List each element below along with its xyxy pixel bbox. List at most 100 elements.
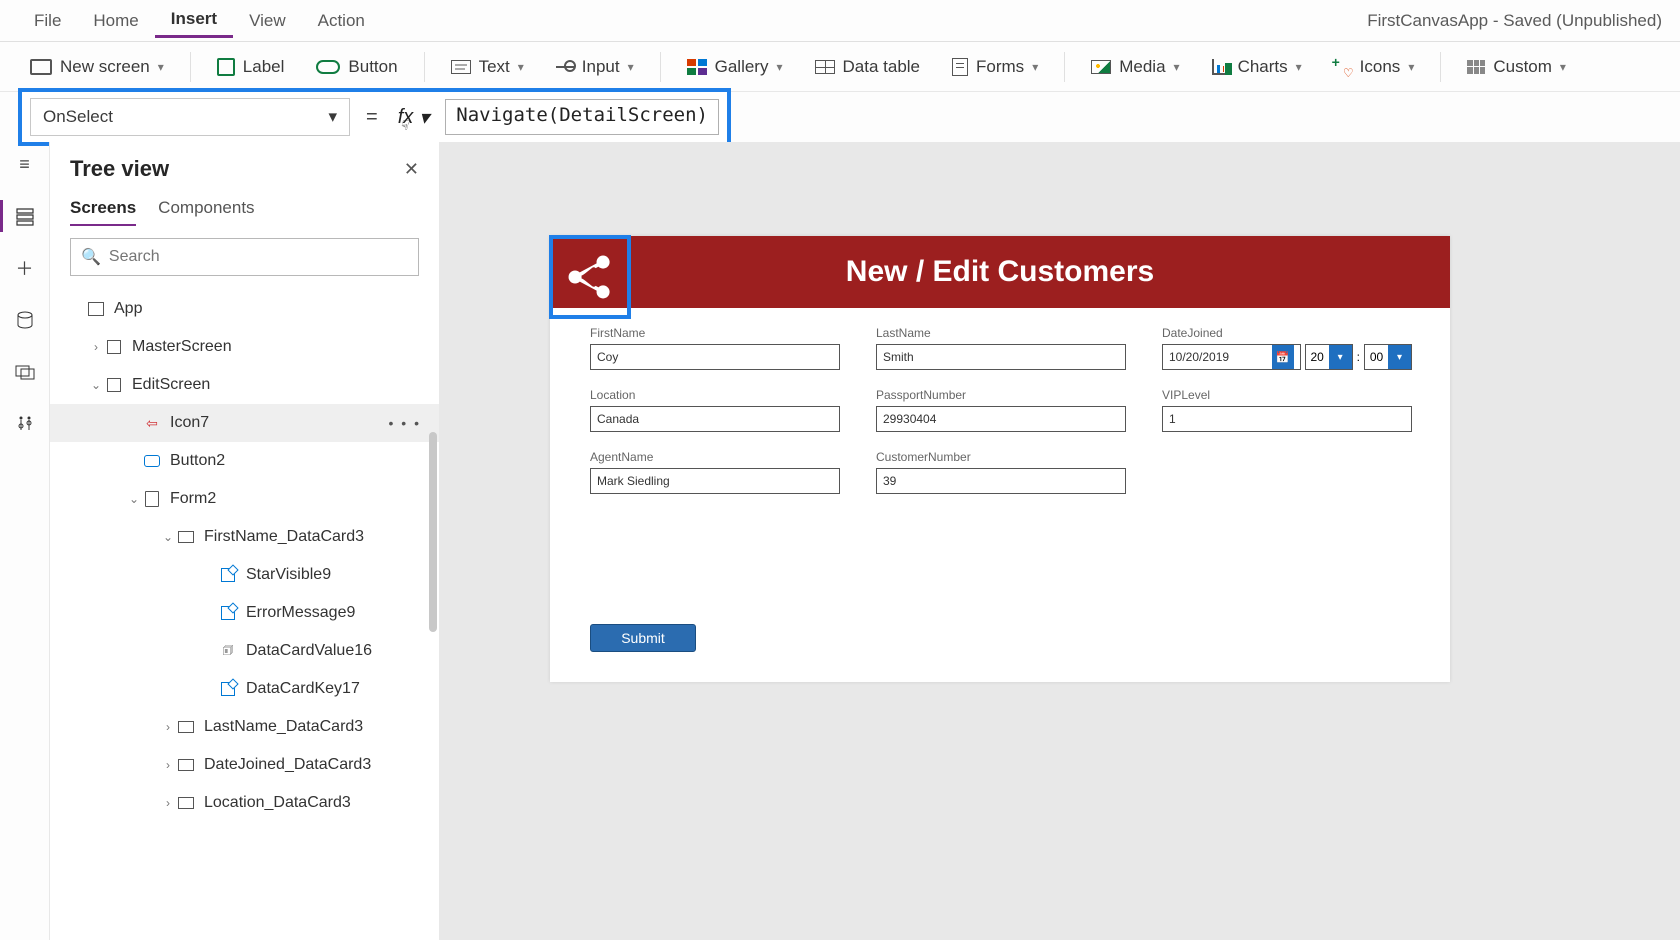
charts-button[interactable]: Charts▾ [1200, 51, 1314, 83]
field-passport: PassportNumber [876, 388, 1126, 432]
rail-advanced[interactable] [13, 412, 37, 436]
tab-components[interactable]: Components [158, 192, 254, 226]
label-icon [217, 58, 235, 76]
field-firstname: FirstName [590, 326, 840, 370]
rail-data[interactable] [13, 308, 37, 332]
rail-insert[interactable]: ＋ [13, 256, 37, 280]
equals-symbol: = [362, 106, 382, 129]
button-button[interactable]: Button [304, 51, 409, 83]
formula-input[interactable]: Navigate(DetailScreen) [445, 99, 719, 135]
input-agent[interactable] [590, 468, 840, 494]
field-vip: VIPLevel [1162, 388, 1412, 432]
field-agent: AgentName [590, 450, 840, 494]
input-firstname[interactable] [590, 344, 840, 370]
tree-starvisible[interactable]: StarVisible9 [50, 556, 439, 594]
field-customernumber: CustomerNumber [876, 450, 1126, 494]
minute-dropdown[interactable]: 00▾ [1364, 344, 1412, 370]
field-location: Location [590, 388, 840, 432]
chevron-down-icon: ▾ [1388, 345, 1411, 369]
input-vip[interactable] [1162, 406, 1412, 432]
tree-app[interactable]: App [50, 290, 439, 328]
new-screen-button[interactable]: New screen▾ [18, 51, 176, 83]
share-icon: ⇦ [142, 415, 162, 432]
charts-icon [1212, 59, 1230, 75]
menu-home[interactable]: Home [77, 5, 154, 37]
tree-form2[interactable]: ⌄Form2 [50, 480, 439, 518]
label-firstname: FirstName [590, 326, 840, 340]
edit-screen-canvas[interactable]: New / Edit Customers FirstName LastName … [550, 236, 1450, 682]
icons-button[interactable]: Icons▾ [1322, 51, 1427, 83]
input-lastname[interactable] [876, 344, 1126, 370]
left-rail: ≡ ＋ [0, 142, 50, 940]
chevron-down-icon: ▾ [1329, 345, 1352, 369]
tree-firstname-card[interactable]: ⌄FirstName_DataCard3 [50, 518, 439, 556]
tab-screens[interactable]: Screens [70, 192, 136, 226]
chevron-down-icon: ▾ [1408, 60, 1414, 74]
icon7-selected[interactable] [549, 235, 631, 319]
cursor-icon: ☟ [400, 117, 409, 134]
tree-edit-screen[interactable]: ⌄EditScreen [50, 366, 439, 404]
rail-tree-view[interactable] [13, 204, 37, 228]
chevron-down-icon: ▾ [328, 107, 337, 127]
property-value: OnSelect [43, 107, 113, 127]
rail-hamburger[interactable]: ≡ [13, 152, 37, 176]
label-passport: PassportNumber [876, 388, 1126, 402]
chevron-down-icon: ▾ [776, 60, 782, 74]
tree-icon7[interactable]: ⇦Icon7• • • [50, 404, 439, 442]
tree-datejoined-card[interactable]: ›DateJoined_DataCard3 [50, 746, 439, 784]
forms-button[interactable]: Forms▾ [940, 51, 1050, 83]
ribbon: New screen▾ Label Button Text▾ Input▾ Ga… [0, 42, 1680, 92]
tree-button2[interactable]: Button2 [50, 442, 439, 480]
canvas-header: New / Edit Customers [550, 236, 1450, 308]
text-button[interactable]: Text▾ [439, 51, 536, 83]
tree-title: Tree view [70, 156, 169, 182]
menu-action[interactable]: Action [302, 5, 381, 37]
tree-datacardvalue[interactable]: 🗊DataCardValue16 [50, 632, 439, 670]
property-dropdown[interactable]: OnSelect ▾ [30, 98, 350, 136]
table-icon [815, 60, 835, 74]
tree-location-card[interactable]: ›Location_DataCard3 [50, 784, 439, 822]
label-button[interactable]: Label [205, 51, 297, 83]
tree-datacardkey[interactable]: DataCardKey17 [50, 670, 439, 708]
search-input[interactable] [109, 248, 408, 266]
input-button[interactable]: Input▾ [544, 51, 646, 83]
input-location[interactable] [590, 406, 840, 432]
more-icon[interactable]: • • • [389, 415, 421, 431]
icons-icon [1334, 58, 1352, 76]
rail-media[interactable] [13, 360, 37, 384]
tree-search[interactable]: 🔍 [70, 238, 419, 276]
search-icon: 🔍 [81, 247, 101, 267]
input-passport[interactable] [876, 406, 1126, 432]
menu-view[interactable]: View [233, 5, 302, 37]
datepicker[interactable]: 10/20/2019📅 [1162, 344, 1301, 370]
calendar-icon: 📅 [1272, 345, 1294, 369]
submit-button[interactable]: Submit [590, 624, 696, 652]
menu-insert[interactable]: Insert [155, 3, 233, 38]
scrollbar-thumb[interactable] [429, 432, 437, 632]
tree-master-screen[interactable]: ›MasterScreen [50, 328, 439, 366]
gallery-icon [687, 59, 707, 75]
fx-button[interactable]: fx▾ ☟ [394, 105, 434, 130]
chevron-down-icon: ▾ [419, 105, 429, 130]
field-datejoined: DateJoined 10/20/2019📅 20▾ : 00▾ [1162, 326, 1412, 370]
gallery-button[interactable]: Gallery▾ [675, 51, 795, 83]
hour-dropdown[interactable]: 20▾ [1305, 344, 1353, 370]
custom-button[interactable]: Custom▾ [1455, 51, 1578, 83]
button-icon [316, 60, 340, 74]
menu-file[interactable]: File [18, 5, 77, 37]
tree-errormessage[interactable]: ErrorMessage9 [50, 594, 439, 632]
chevron-down-icon: ▾ [628, 60, 634, 74]
label-customernumber: CustomerNumber [876, 450, 1126, 464]
chevron-down-icon: ▾ [158, 60, 164, 74]
canvas-title: New / Edit Customers [846, 255, 1154, 289]
input-customernumber[interactable] [876, 468, 1126, 494]
media-button[interactable]: Media▾ [1079, 51, 1191, 83]
workspace: ≡ ＋ Tree view ✕ Screens Components 🔍 Ap [0, 142, 1680, 940]
tree-panel: Tree view ✕ Screens Components 🔍 App ›Ma… [50, 142, 440, 940]
menubar: File Home Insert View Action FirstCanvas… [0, 0, 1680, 42]
data-table-button[interactable]: Data table [803, 51, 933, 83]
forms-icon [952, 58, 968, 76]
tree-lastname-card[interactable]: ›LastName_DataCard3 [50, 708, 439, 746]
close-icon[interactable]: ✕ [404, 159, 419, 180]
label-location: Location [590, 388, 840, 402]
